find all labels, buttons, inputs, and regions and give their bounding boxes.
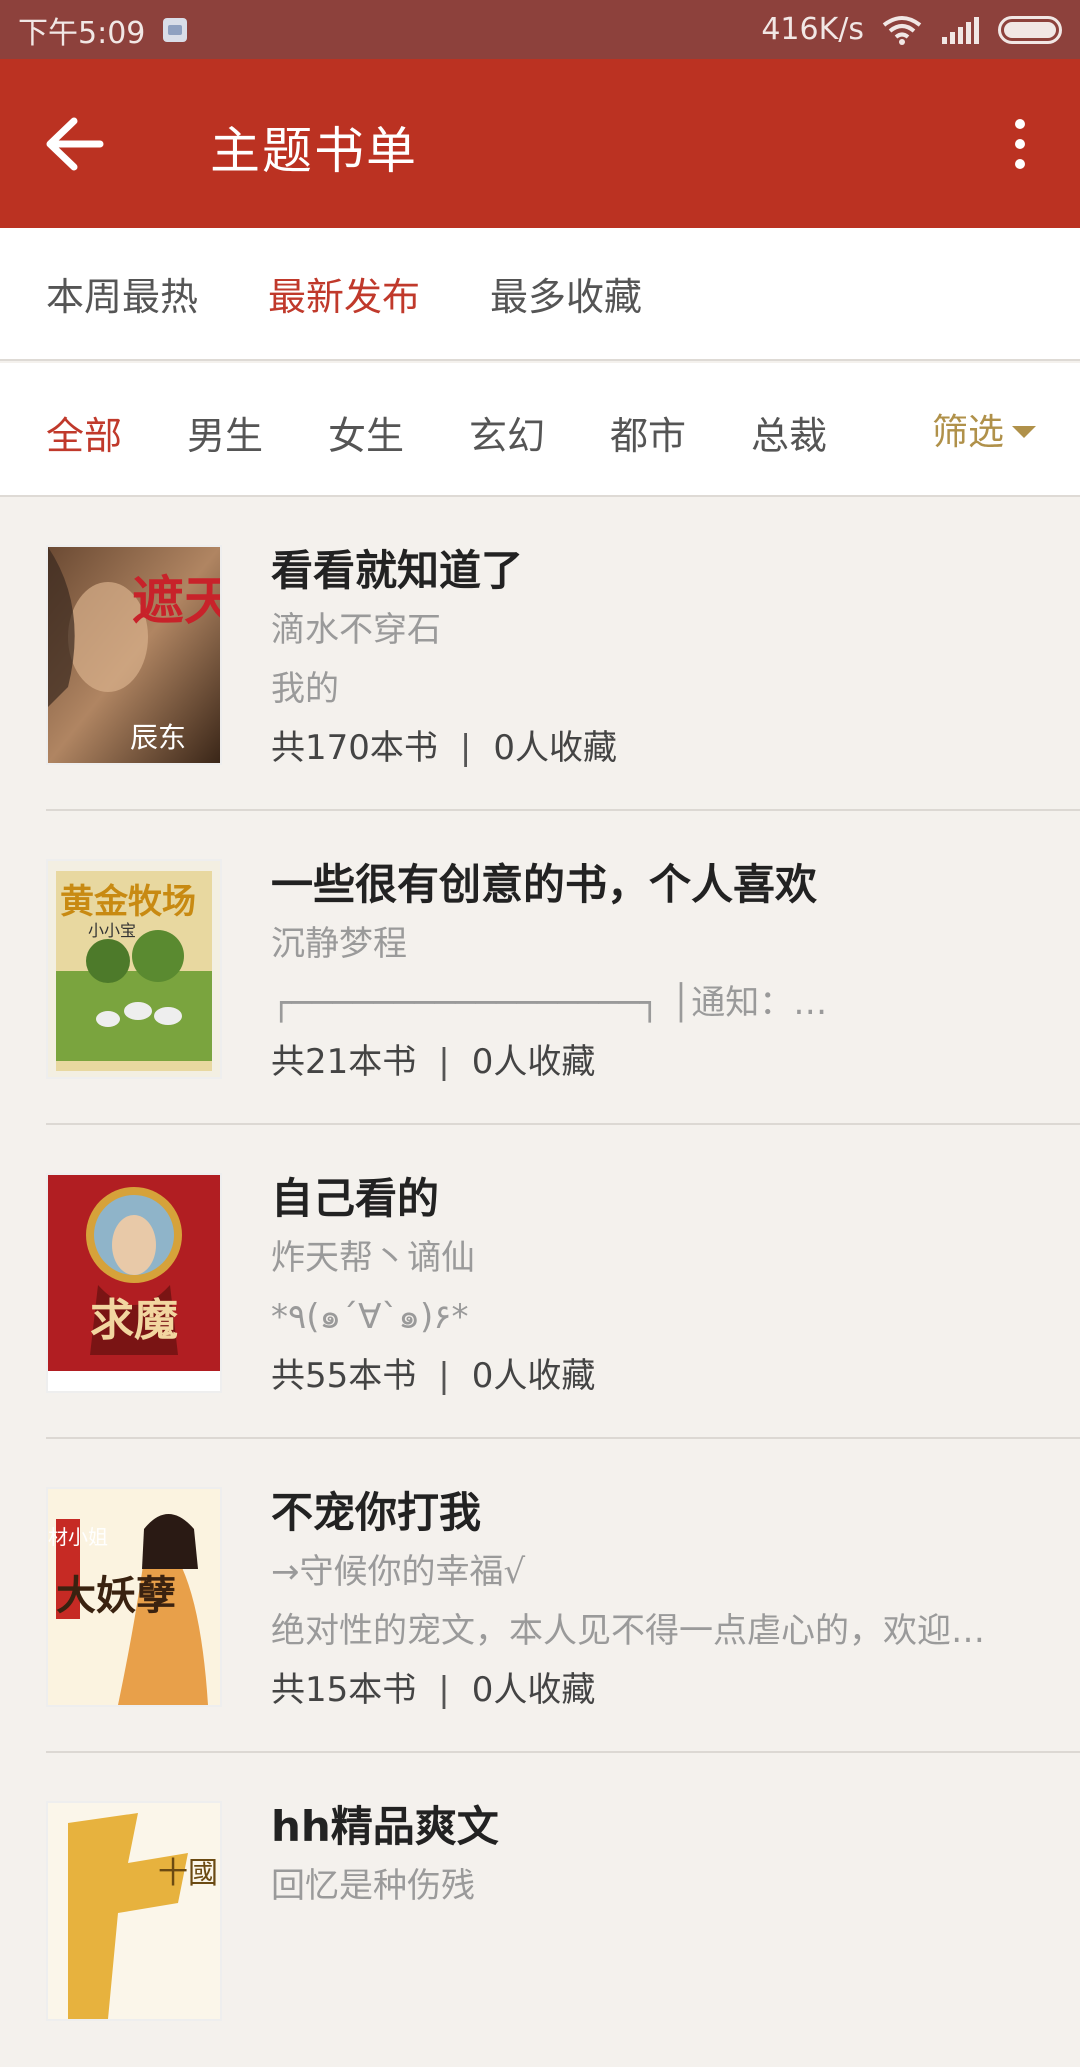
separator: | [459, 728, 472, 768]
list-author: 回忆是种伤残 [271, 1866, 475, 1906]
favorite-count: 0人收藏 [471, 1042, 596, 1082]
book-cover: 遮天 辰东 [46, 545, 222, 765]
list-item[interactable]: 十國 hh精品爽文 回忆是种伤残 [0, 1753, 1080, 2067]
tab-weekly-hot[interactable]: 本周最热 [46, 266, 198, 321]
status-time: 下午5:09 [18, 15, 146, 51]
category-ceo[interactable]: 总裁 [751, 405, 827, 460]
filter-button[interactable]: 筛选 [932, 403, 1036, 455]
list-author: 炸天帮丶谪仙 [271, 1238, 475, 1278]
more-options-icon[interactable] [1000, 114, 1040, 174]
category-all[interactable]: 全部 [46, 405, 122, 460]
list-description: 我的 [271, 669, 339, 709]
category-female[interactable]: 女生 [328, 405, 404, 460]
tab-newest[interactable]: 最新发布 [268, 266, 420, 321]
battery-icon [998, 15, 1062, 44]
category-bar: 全部 男生 女生 玄幻 都市 总裁 筛选 [0, 363, 1080, 497]
list-item[interactable]: 遮天 辰东 看看就知道了 滴水不穿石 我的 共170本书 | 0人收藏 [0, 497, 1080, 811]
list-author: →守候你的幸福√ [271, 1552, 526, 1592]
category-fantasy[interactable]: 玄幻 [469, 405, 545, 460]
book-count: 共170本书 [271, 728, 438, 768]
book-count: 共21本书 [271, 1042, 417, 1082]
dropdown-triangle-icon [1012, 426, 1036, 438]
list-item[interactable]: 废材小姐 大妖孽 不宠你打我 →守候你的幸福√ 绝对性的宠文，本人见不得一点虐心… [0, 1439, 1080, 1753]
cover-author: 废材小姐 [48, 1525, 108, 1549]
cover-author: 小小宝 [88, 921, 136, 940]
list-description: 绝对性的宠文，本人见不得一点虐心的，欢迎… [271, 1611, 985, 1651]
notification-icon [163, 17, 188, 42]
list-author: 滴水不穿石 [271, 610, 441, 650]
wifi-icon [882, 15, 922, 45]
list-title: hh精品爽文 [271, 1802, 499, 1851]
cover-title: 十國 [158, 1856, 218, 1891]
status-bar: 下午5:09 416K/s [0, 0, 1080, 59]
signal-icon [942, 16, 979, 44]
list-title: 自己看的 [271, 1174, 440, 1223]
list-stats: 共21本书 | 0人收藏 [271, 1033, 1040, 1091]
book-count: 共55本书 [271, 1356, 417, 1396]
sort-tab-bar: 本周最热 最新发布 最多收藏 [0, 228, 1080, 361]
list-author: 沉静梦程 [271, 924, 407, 964]
book-cover: 废材小姐 大妖孽 [46, 1487, 222, 1707]
book-cover: 求魔 [46, 1173, 222, 1393]
book-cover: 十國 [46, 1801, 222, 2021]
category-male[interactable]: 男生 [187, 405, 263, 460]
cover-author: 辰东 [130, 721, 186, 754]
separator: | [438, 1356, 450, 1396]
page-title: 主题书单 [210, 122, 418, 180]
list-item[interactable]: 求魔 自己看的 炸天帮丶谪仙 *٩(๑´∀`๑)۶* 共55本书 | 0人收藏 [0, 1125, 1080, 1439]
category-urban[interactable]: 都市 [610, 405, 686, 460]
list-description: ┌─────────────────┐ │通知：… [271, 983, 828, 1023]
separator: | [438, 1042, 450, 1082]
cover-title: 遮天 [132, 571, 220, 632]
favorite-count: 0人收藏 [471, 1356, 596, 1396]
list-title: 一些很有创意的书，个人喜欢 [271, 860, 818, 909]
list-item[interactable]: 黄金牧场 小小宝 一些很有创意的书，个人喜欢 沉静梦程 ┌───────────… [0, 811, 1080, 1125]
back-arrow-icon[interactable] [42, 109, 112, 179]
filter-label: 筛选 [931, 412, 1004, 453]
book-count: 共15本书 [271, 1670, 417, 1710]
book-cover: 黄金牧场 小小宝 [46, 859, 222, 1079]
book-list: 遮天 辰东 看看就知道了 滴水不穿石 我的 共170本书 | 0人收藏 [0, 497, 1080, 2067]
list-title: 看看就知道了 [271, 546, 524, 595]
network-speed: 416K/s [761, 12, 864, 47]
tab-most-favorited[interactable]: 最多收藏 [490, 266, 642, 321]
favorite-count: 0人收藏 [493, 728, 618, 768]
separator: | [438, 1670, 450, 1710]
app-bar: 主题书单 [0, 59, 1080, 228]
cover-title: 求魔 [90, 1295, 178, 1346]
list-stats: 共15本书 | 0人收藏 [271, 1661, 1040, 1719]
cover-title: 黄金牧场 [60, 882, 196, 922]
list-description: *٩(๑´∀`๑)۶* [271, 1297, 469, 1337]
cover-title: 大妖孽 [56, 1572, 176, 1619]
list-stats: 共170本书 | 0人收藏 [271, 719, 1040, 777]
list-stats: 共55本书 | 0人收藏 [271, 1347, 1040, 1405]
favorite-count: 0人收藏 [471, 1670, 596, 1710]
list-title: 不宠你打我 [271, 1488, 482, 1537]
